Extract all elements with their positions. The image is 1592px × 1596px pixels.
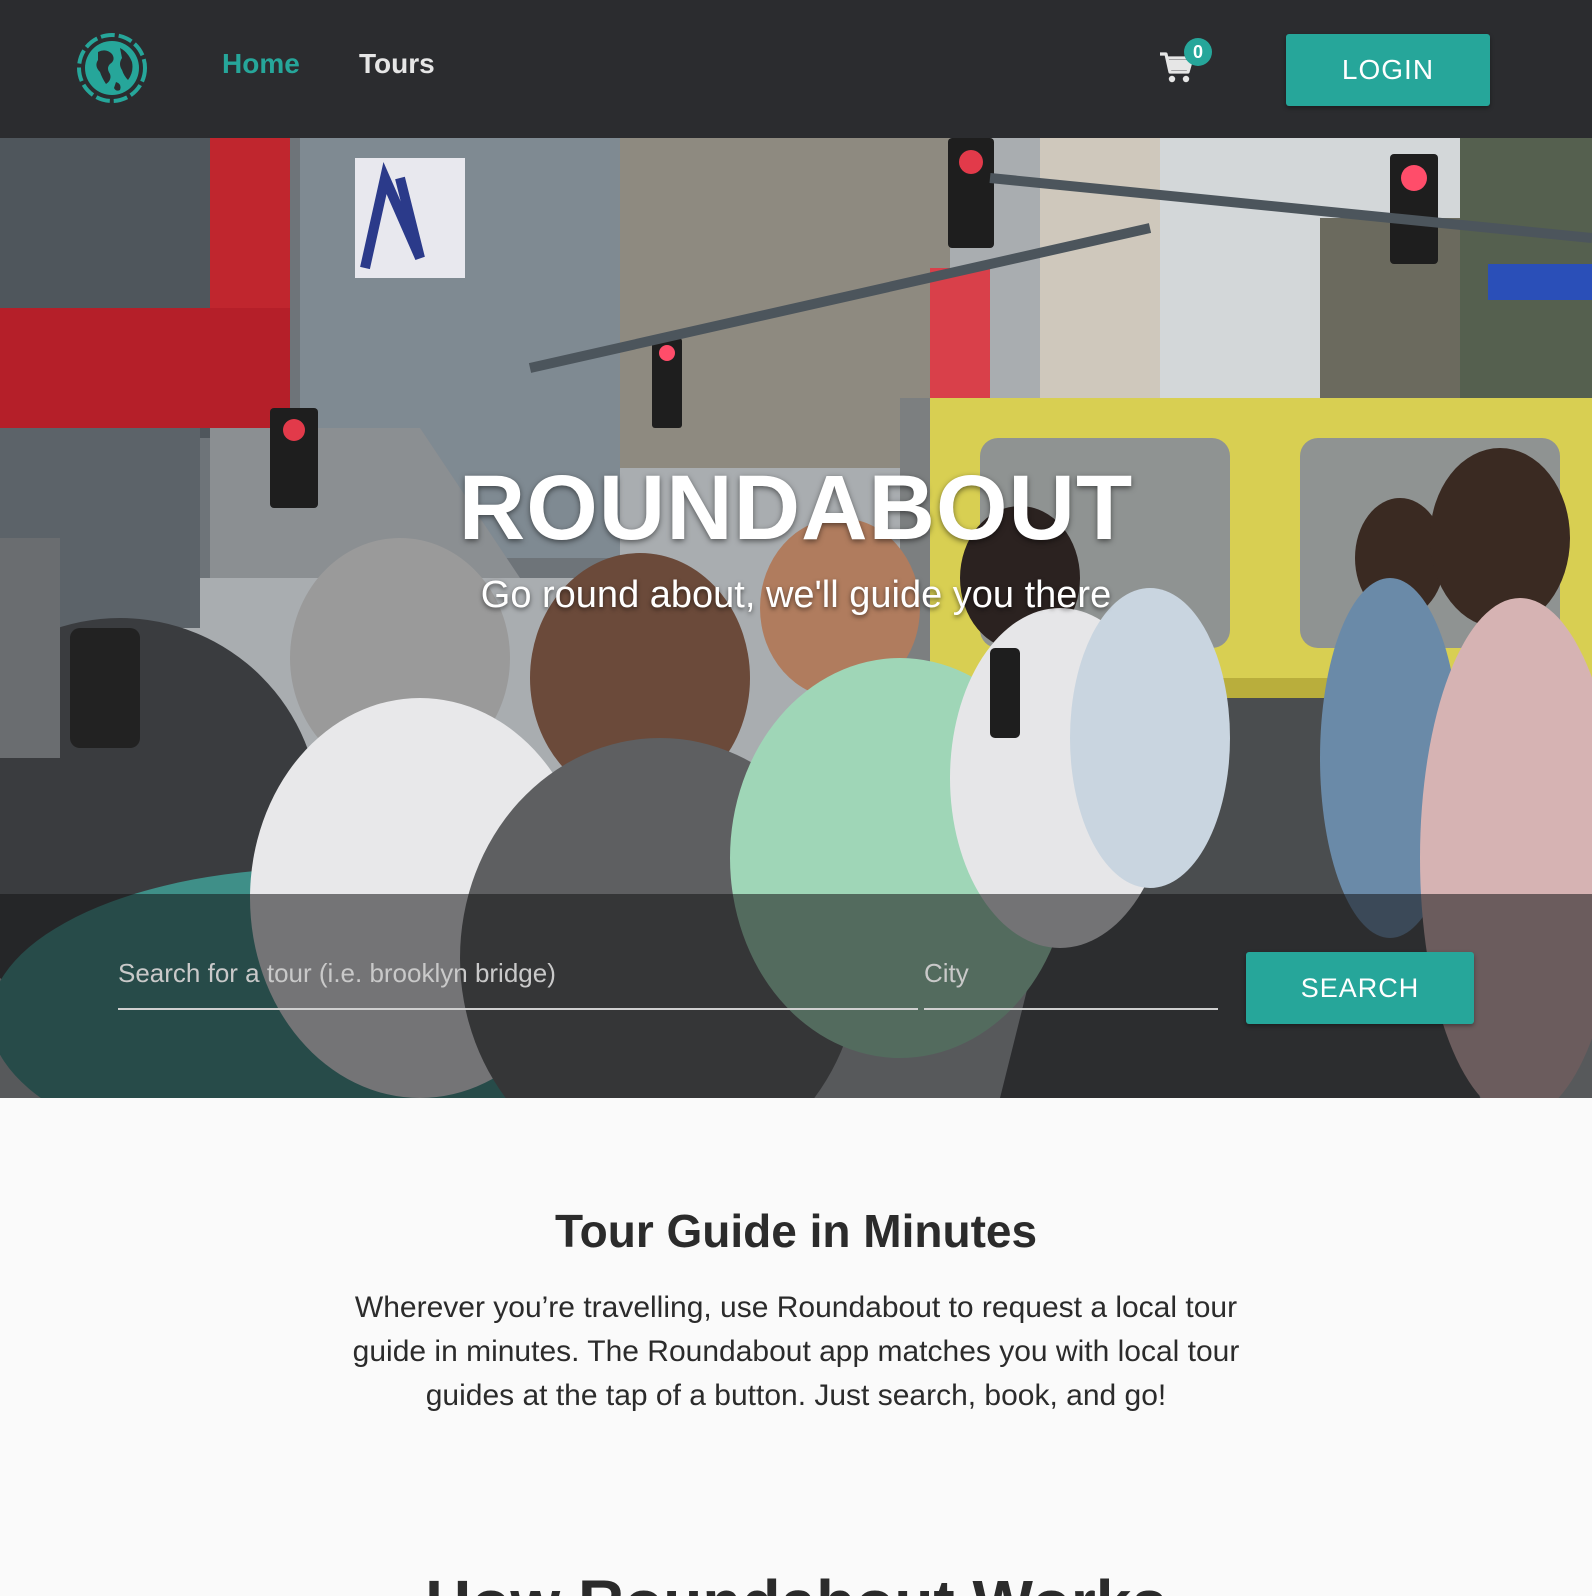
- cart-count-badge: 0: [1184, 38, 1212, 66]
- globe-icon[interactable]: [76, 32, 148, 104]
- hero-title: ROUNDABOUT: [458, 457, 1134, 559]
- how-it-works-title: How Roundabout Works: [0, 1566, 1592, 1596]
- intro-body: Wherever you’re travelling, use Roundabo…: [352, 1291, 1240, 1412]
- login-button[interactable]: LOGIN: [1286, 34, 1490, 106]
- nav-tours-link[interactable]: Tours: [359, 48, 435, 80]
- search-button[interactable]: SEARCH: [1246, 952, 1474, 1024]
- hero-section: ROUNDABOUT Go round about, we'll guide y…: [0, 138, 1592, 1098]
- navbar: Home Tours 0 LOGIN: [0, 0, 1592, 138]
- nav-home-link[interactable]: Home: [222, 48, 300, 80]
- tour-search-input[interactable]: [118, 938, 918, 1010]
- intro-title: Tour Guide in Minutes: [554, 1205, 1038, 1257]
- hero-subtitle: Go round about, we'll guide you there: [480, 574, 1112, 616]
- city-input[interactable]: [924, 938, 1218, 1010]
